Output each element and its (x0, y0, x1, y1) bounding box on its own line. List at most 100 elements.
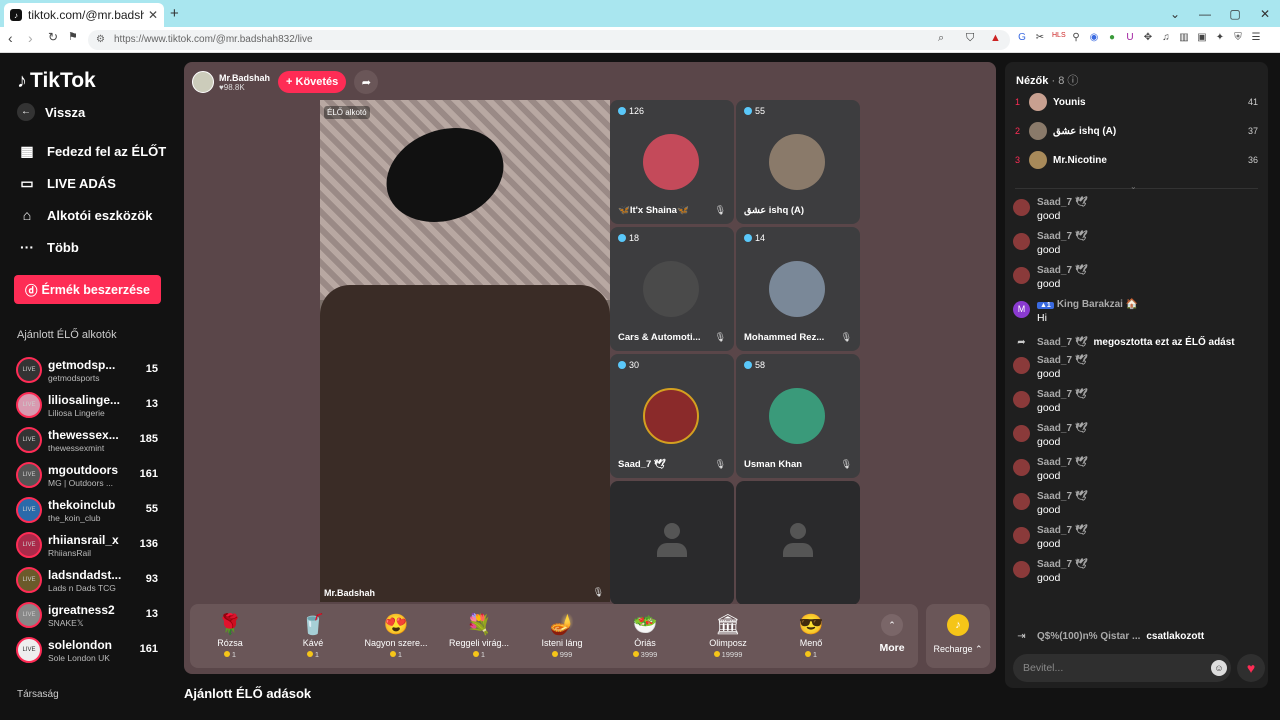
host-video[interactable]: ÉLŐ alkotó Mr.Badshah 🎙 (320, 100, 610, 602)
scissors-icon[interactable]: ✂ (1034, 32, 1046, 46)
creator-item[interactable]: LIVE mgoutdoors MG | Outdoors ... 161 (16, 460, 166, 490)
minimize-icon[interactable]: — (1190, 7, 1220, 21)
recharge-button[interactable]: ♪ Recharge ⌃ (926, 604, 990, 668)
host-likes: ♥98.8K (219, 82, 245, 92)
user-avatar[interactable] (1013, 199, 1030, 216)
nav-explore-live[interactable]: ▦ Fedezd fel az ÉLŐT (17, 143, 166, 160)
top-viewer-row[interactable]: 1 Younis 41 (1015, 92, 1258, 112)
user-avatar[interactable]: M (1013, 301, 1030, 318)
coin-icon: ⓓ (25, 284, 38, 298)
maximize-icon[interactable]: ▢ (1220, 7, 1250, 21)
music-icon[interactable]: ♫ (1160, 32, 1172, 46)
browser-tab[interactable]: ♪ tiktok.com/@mr.badshah832 ✕ (4, 3, 164, 27)
top-viewer-row[interactable]: 2 عشق ishq (A) 37 (1015, 121, 1258, 141)
pin-icon[interactable]: ⚲ (1070, 32, 1082, 46)
vpn-icon[interactable]: ◉ (1088, 32, 1100, 46)
shield-icon[interactable]: ⛉ (966, 32, 974, 45)
gift-item[interactable]: 💐 Reggeli virág... 1 (439, 612, 519, 659)
gift-item[interactable]: 🥤 Kávé 1 (273, 612, 353, 659)
creator-item[interactable]: LIVE rhiiansrail_x RhiiansRail 136 (16, 530, 166, 560)
gift-item[interactable]: 😍 Nagyon szere... 1 (356, 612, 436, 659)
like-heart-icon[interactable]: ♥ (1237, 654, 1265, 682)
follow-button[interactable]: + Követés (278, 71, 347, 93)
translate-icon[interactable]: G (1016, 32, 1028, 46)
forward-icon[interactable]: › (28, 30, 33, 46)
guest-tile[interactable]: 30 Saad_7 🕊 🎙 (610, 354, 734, 478)
gift-item[interactable]: 🥗 Óriás 3999 (605, 612, 685, 659)
share-icon[interactable]: ➦ (354, 70, 379, 94)
nav-back[interactable]: ← Vissza (17, 103, 85, 121)
more-gifts-button[interactable]: ⌃ More (870, 614, 914, 654)
join-notice: ⇥ Q$%(100)n% Qistar ... csatlakozott (1013, 628, 1258, 644)
sidebar-icon[interactable]: ▥ (1178, 32, 1190, 46)
user-avatar[interactable] (1013, 425, 1030, 442)
creator-item[interactable]: LIVE liliosalinge... Liliosa Lingerie 13 (16, 390, 166, 420)
creator-avatar: LIVE (16, 532, 42, 558)
user-avatar[interactable] (1013, 561, 1030, 578)
nav-live[interactable]: ▭ LIVE ADÁS (17, 175, 115, 192)
user-avatar[interactable] (1013, 267, 1030, 284)
gift-item[interactable]: 🌹 Rózsa 1 (190, 612, 270, 659)
puzzle-icon[interactable]: ✥ (1142, 32, 1154, 46)
chat-message: Saad_7 🕊 good (1013, 490, 1258, 524)
tab-search-icon[interactable]: ⌄ (1160, 7, 1190, 21)
bookmark-icon[interactable]: ⚑ (68, 30, 78, 43)
get-coins-button[interactable]: ⓓ Érmék beszerzése (14, 275, 161, 304)
tiktok-logo[interactable]: ♪ TikTok (17, 69, 96, 93)
empty-guest-slot[interactable] (610, 481, 734, 605)
new-tab-button[interactable]: + (170, 5, 179, 22)
gift-item[interactable]: 🏛 Olimposz 19999 (688, 612, 768, 659)
nav-creator-tools[interactable]: ⌂ Alkotói eszközök (17, 207, 153, 223)
mic-muted-icon: 🎙 (840, 332, 852, 342)
extensions-bar: G ✂ HLS ⚲ ◉ ● U ✥ ♫ ▥ ▣ ✦ ⛨ ☰ (1016, 32, 1262, 46)
creator-item[interactable]: LIVE igreatness2 SNAKE𝕏 13 (16, 600, 166, 630)
nav-more[interactable]: ··· Több (17, 239, 79, 255)
gift-item[interactable]: 🪔 Isteni láng 999 (522, 612, 602, 659)
chat-input[interactable]: Bevitel... ☺ (1013, 654, 1231, 682)
lamp-icon: 🪔 (549, 614, 575, 636)
viewers-heading: Nézők · 8 ⓘ (1016, 75, 1079, 87)
gift-item[interactable]: 😎 Menő 1 (771, 612, 851, 659)
user-avatar[interactable] (1013, 527, 1030, 544)
menu-icon[interactable]: ☰ (1250, 32, 1262, 46)
site-info-icon[interactable]: ⚙ (96, 30, 105, 50)
reload-icon[interactable]: ↻ (48, 30, 58, 44)
creator-item[interactable]: LIVE ladsndadst... Lads n Dads TCG 93 (16, 565, 166, 595)
creator-item[interactable]: LIVE thekoinclub the_koin_club 55 (16, 495, 166, 525)
wallet-icon[interactable]: ▣ (1196, 32, 1208, 46)
chevron-up-icon: ⌃ (881, 614, 903, 636)
user-avatar[interactable] (1013, 357, 1030, 374)
guest-tile[interactable]: 58 Usman Khan 🎙 (736, 354, 860, 478)
top-viewer-row[interactable]: 3 Mr.Nicotine 36 (1015, 150, 1258, 170)
guest-tile[interactable]: 55 عشق ishq (A) (736, 100, 860, 224)
creator-item[interactable]: LIVE getmodsp... getmodsports 15 (16, 355, 166, 385)
info-icon[interactable]: ⓘ (1067, 75, 1078, 87)
host-avatar[interactable] (192, 71, 214, 93)
leo-icon[interactable]: ✦ (1214, 32, 1226, 46)
empty-guest-slot[interactable] (736, 481, 860, 605)
user-avatar[interactable] (1013, 459, 1030, 476)
emoji-icon[interactable]: ☺ (1211, 660, 1227, 676)
tab-close-icon[interactable]: ✕ (148, 8, 158, 22)
creator-item[interactable]: LIVE solelondon Sole London UK 161 (16, 635, 166, 665)
color-icon[interactable]: ● (1106, 32, 1118, 46)
ublock-icon[interactable]: U (1124, 32, 1136, 46)
user-avatar[interactable] (1013, 233, 1030, 250)
user-avatar[interactable] (1013, 391, 1030, 408)
chevron-down-icon[interactable]: ⌄ (1130, 182, 1137, 191)
hls-icon[interactable]: HLS (1052, 32, 1066, 46)
tiktok-logo-icon: ♪ (17, 69, 27, 92)
close-window-icon[interactable]: ✕ (1250, 7, 1280, 21)
zoom-icon[interactable]: ⌕ (938, 32, 944, 45)
chat-message: Saad_7 🕊 good (1013, 422, 1258, 456)
guest-tile[interactable]: 18 Cars & Automoti... 🎙 (610, 227, 734, 351)
rewards-icon[interactable]: ▲ (990, 32, 1001, 44)
back-icon[interactable]: ‹ (8, 30, 13, 46)
url-field[interactable]: ⚙ https://www.tiktok.com/@mr.badshah832/… (88, 30, 1010, 50)
user-avatar[interactable] (1013, 493, 1030, 510)
guest-tile[interactable]: 14 Mohammed Rez... 🎙 (736, 227, 860, 351)
vpn-shield-icon[interactable]: ⛨ (1232, 32, 1244, 46)
guest-tile[interactable]: 126 🦋It'x Shaina🦋 🎙 (610, 100, 734, 224)
host-name[interactable]: Mr.Badshah (219, 73, 270, 83)
creator-item[interactable]: LIVE thewessex... thewessexmint 185 (16, 425, 166, 455)
